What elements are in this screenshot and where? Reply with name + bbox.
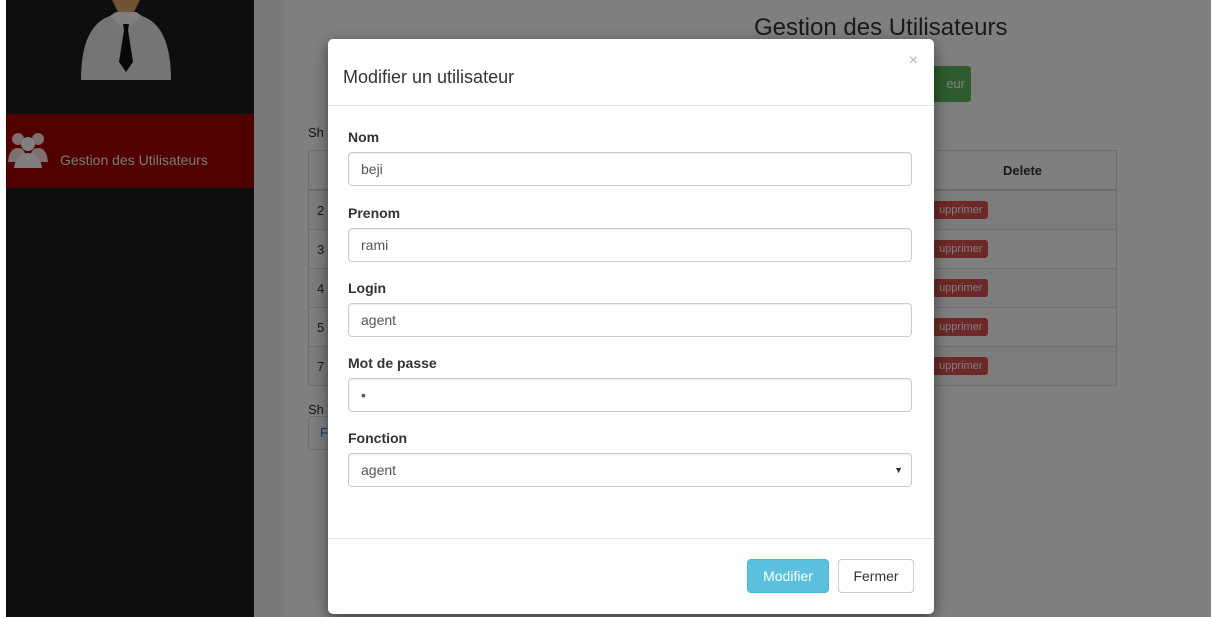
app-frame: Gestion des Utilisateurs Gestion des Uti… (6, 0, 1211, 617)
password-label: Mot de passe (348, 355, 437, 371)
modal-header: Modifier un utilisateur × (328, 39, 934, 106)
prenom-field[interactable]: rami (348, 228, 912, 262)
nom-field[interactable]: beji (348, 152, 912, 186)
chevron-down-icon: ▼ (894, 465, 903, 475)
login-field[interactable]: agent (348, 303, 912, 337)
login-label: Login (348, 280, 387, 296)
password-field[interactable]: • (348, 378, 912, 412)
prenom-label: Prenom (348, 205, 401, 221)
fonction-label: Fonction (348, 430, 408, 446)
close-icon[interactable]: × (909, 53, 918, 69)
fermer-button[interactable]: Fermer (838, 559, 914, 593)
modifier-button[interactable]: Modifier (747, 559, 829, 593)
nom-label: Nom (348, 129, 380, 145)
fonction-select-value: agent (361, 462, 397, 478)
edit-user-modal: Modifier un utilisateur × Nom beji Preno… (328, 39, 934, 614)
modal-title: Modifier un utilisateur (343, 67, 515, 87)
fonction-select[interactable]: agent ▼ (348, 453, 912, 487)
modal-footer: Modifier Fermer (328, 538, 934, 615)
